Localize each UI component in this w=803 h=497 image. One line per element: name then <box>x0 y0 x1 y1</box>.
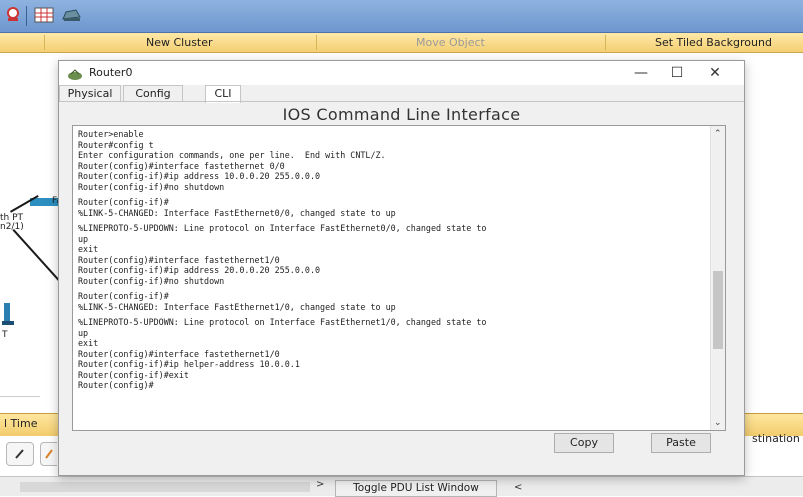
cli-line: Router(config)#interface fastethernet1/0 <box>78 254 280 265</box>
minimize-button[interactable]: — <box>625 63 657 83</box>
paste-button[interactable]: Paste <box>651 433 711 453</box>
pdu-icon[interactable] <box>40 442 57 466</box>
toolbar-divider <box>316 35 317 50</box>
cli-output[interactable]: Router>enable Router#config t Enter config… <box>78 129 708 391</box>
pc-icon[interactable] <box>0 301 18 333</box>
network-link <box>12 229 61 283</box>
horizontal-scrollbar[interactable] <box>20 482 310 492</box>
cli-line: Router(config-if)#ip address 20.0.0.20 2… <box>78 265 321 275</box>
cli-line: Router(config-if)#ip address 10.0.0.20 2… <box>78 171 321 181</box>
cli-line: Router(config-if)#no shutdown <box>78 275 225 286</box>
close-button[interactable]: ✕ <box>699 63 731 83</box>
page-title: IOS Command Line Interface <box>282 105 521 124</box>
cli-line: Router(config-if)# <box>78 197 169 207</box>
destination-column-header: stination <box>752 432 800 445</box>
cli-line: Router(config-if)#no shutdown <box>78 181 225 192</box>
window-tabs: Physical Config CLI <box>59 85 744 103</box>
cloud-icon[interactable] <box>60 5 82 25</box>
search-icon[interactable] <box>2 5 24 25</box>
chevron-up-icon[interactable]: ⌃ <box>714 129 722 139</box>
chevron-down-icon[interactable]: ⌄ <box>714 418 722 428</box>
device-label: T <box>2 330 8 340</box>
cli-line: Router(config-if)# <box>78 291 169 301</box>
cli-line: %LINEPROTO-5-UPDOWN: Line protocol on In… <box>78 317 487 327</box>
new-cluster-button[interactable]: New Cluster <box>146 36 213 49</box>
cli-line: %LINK-5-CHANGED: Interface FastEthernet0… <box>78 207 396 218</box>
toolbar-divider <box>44 35 45 50</box>
cli-line: up <box>78 233 89 244</box>
window-titlebar[interactable]: Router0 — ☐ ✕ <box>59 61 744 85</box>
cli-line: exit <box>78 244 99 254</box>
window-title: Router0 <box>89 66 133 79</box>
cli-line: %LINEPROTO-5-UPDOWN: Line protocol on In… <box>78 223 487 233</box>
cli-line: Router(config)# <box>78 380 154 390</box>
router-icon <box>67 66 83 80</box>
maximize-button[interactable]: ☐ <box>661 63 693 83</box>
scrollbar-thumb[interactable] <box>713 271 723 349</box>
cli-console[interactable]: Router>enable Router#config t Enter config… <box>72 125 726 431</box>
cli-line: Router>enable <box>78 129 144 139</box>
move-object-button[interactable]: Move Object <box>416 36 485 49</box>
cli-line: %LINK-5-CHANGED: Interface FastEthernet1… <box>78 301 396 312</box>
time-label: l Time <box>4 417 38 430</box>
divider <box>0 396 40 397</box>
toolbar-separator <box>26 6 27 26</box>
tab-physical[interactable]: Physical <box>59 85 121 102</box>
workspace-toolbar: New Cluster Move Object Set Tiled Backgr… <box>0 33 803 53</box>
toggle-pdu-list-button[interactable]: Toggle PDU List Window <box>335 480 497 497</box>
scroll-left-icon[interactable]: < <box>514 482 522 493</box>
scroll-right-icon[interactable]: > <box>316 479 324 490</box>
cli-line: Router(config-if)#ip helper-address 10.0… <box>78 359 300 369</box>
set-tiled-background-button[interactable]: Set Tiled Background <box>655 36 772 49</box>
tab-config[interactable]: Config <box>123 85 183 102</box>
top-toolbar <box>0 0 803 33</box>
grid-icon[interactable] <box>33 5 55 25</box>
cli-line: Router(config)#interface fastethernet1/0 <box>78 348 280 359</box>
cli-line: Enter configuration commands, one per li… <box>78 150 386 160</box>
edit-icon[interactable] <box>6 442 34 466</box>
cli-line: up <box>78 327 89 338</box>
toolbar-divider <box>605 35 606 50</box>
copy-button[interactable]: Copy <box>554 433 614 453</box>
router-window: Router0 — ☐ ✕ Physical Config CLI IOS Co… <box>58 60 745 476</box>
tab-divider <box>59 101 744 102</box>
cli-line: Router(config-if)#exit <box>78 369 189 380</box>
vertical-scrollbar[interactable]: ⌃ ⌄ <box>710 126 725 430</box>
cli-line: Router(config)#interface fastethernet 0/… <box>78 160 285 171</box>
cli-line: Router#config t <box>78 139 154 150</box>
cli-line: exit <box>78 338 99 348</box>
